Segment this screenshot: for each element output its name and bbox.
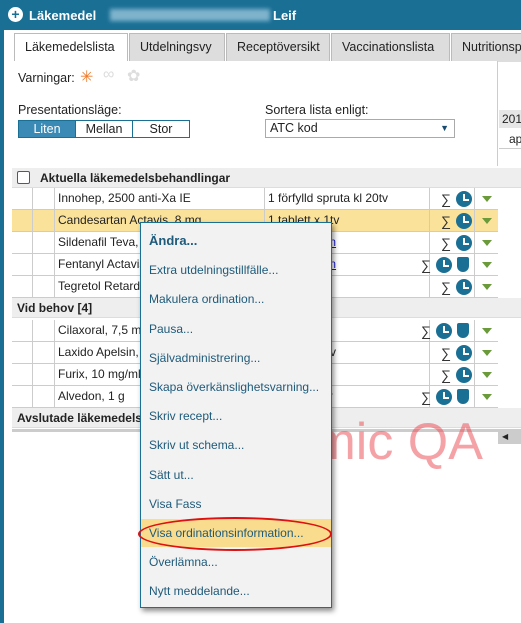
group-title: Vid behov [4] [17,301,93,315]
row-cell-b [33,364,55,386]
tab-nutrition[interactable]: Nutritionspr [451,33,521,62]
row-cell-b [33,320,55,342]
context-menu-item[interactable]: Nytt meddelande... [141,577,331,605]
patient-name: Leif [273,8,297,23]
interaction-warning-icon[interactable]: ✳ [80,67,93,87]
row-cell-a [12,188,33,210]
context-menu-item[interactable]: Pausa... [141,315,331,343]
tab-bar: Läkemedelslista Utdelningsvy Receptövers… [4,30,521,63]
context-menu-item[interactable]: Självadministrering... [141,344,331,372]
sigma-icon[interactable]: ∑ [421,323,431,339]
app-plus-icon: + [8,7,23,22]
warnings-label: Varningar: [18,71,75,85]
sort-label: Sortera lista enligt: [265,103,369,117]
dosage: 1 förfylld spruta kl 20tv [265,188,430,210]
context-menu-item[interactable]: Extra utdelningstillfälle... [141,256,331,284]
clock-icon[interactable] [456,235,472,251]
link-warning-icon[interactable]: ∞ [103,66,114,84]
context-menu-item[interactable]: Skapa överkänslighetsvarning... [141,373,331,401]
row-cell-b [33,210,55,232]
clock-icon[interactable] [456,279,472,295]
row-cell-b [33,276,55,298]
medication-name: Innohep, 2500 anti-Xa IE [55,188,265,210]
context-menu-item[interactable]: Skriv ut schema... [141,431,331,459]
clock-icon[interactable] [456,191,472,207]
presentation-label: Presentationsläge: [18,103,122,117]
sort-select[interactable]: ATC kod ▼ [265,119,455,138]
row-cell-b [33,188,55,210]
sigma-icon[interactable]: ∑ [421,257,431,273]
clock-icon[interactable] [456,213,472,229]
row-menu-arrow-icon[interactable] [482,218,492,224]
clock-icon[interactable] [456,345,472,361]
tab-vaccinationslista[interactable]: Vaccinationslista [331,33,450,62]
clock-icon[interactable] [436,389,452,405]
context-menu-item[interactable]: Sätt ut... [141,461,331,489]
row-menu-arrow-icon[interactable] [482,394,492,400]
group-title: Avslutade läkemedels [17,411,142,425]
calendar-month: ap [499,129,521,149]
row-menu-arrow-icon[interactable] [482,328,492,334]
row-menu-arrow-icon[interactable] [482,196,492,202]
size-mellan-button[interactable]: Mellan [75,120,133,138]
sigma-icon[interactable]: ∑ [421,389,431,405]
sigma-icon[interactable]: ∑ [441,235,451,251]
scroll-left-button[interactable]: ◀ [498,430,521,444]
clock-icon[interactable] [436,323,452,339]
row-menu-arrow-icon[interactable] [482,350,492,356]
context-menu-item[interactable]: Visa Fass [141,490,331,518]
redacted-name [110,9,270,21]
annotation-circle [138,517,332,551]
title-bar: + Läkemedel Leif [0,0,521,30]
row-cell-a [12,342,33,364]
row-cell-b [33,254,55,276]
row-cell-b [33,342,55,364]
group-checkbox[interactable] [17,171,30,184]
infusion-bag-icon[interactable] [457,323,469,338]
clock-icon[interactable] [436,257,452,273]
size-stor-button[interactable]: Stor [132,120,190,138]
row-cell-a [12,364,33,386]
row-menu-arrow-icon[interactable] [482,240,492,246]
sigma-icon[interactable]: ∑ [441,191,451,207]
tab-receptoversikt[interactable]: Receptöversikt [226,33,330,62]
row-cell-a [12,232,33,254]
context-menu-item[interactable]: Makulera ordination... [141,285,331,313]
tab-lakemedelslista[interactable]: Läkemedelslista [14,33,128,63]
table-row[interactable]: Innohep, 2500 anti-Xa IE 1 förfylld sprut… [12,188,498,210]
row-cell-b [33,232,55,254]
row-menu-arrow-icon[interactable] [482,284,492,290]
calendar-year: 201 [499,110,521,128]
window-title: Läkemedel [29,8,97,23]
infusion-bag-icon[interactable] [457,257,469,272]
sigma-icon[interactable]: ∑ [441,279,451,295]
row-cell-a [12,210,33,232]
sigma-icon[interactable]: ∑ [441,345,451,361]
context-menu-item[interactable]: Överlämna... [141,548,331,576]
group-header-current[interactable]: Aktuella läkemedelsbehandlingar [12,168,521,188]
allergy-warning-icon[interactable]: ✿ [127,66,140,86]
row-menu-arrow-icon[interactable] [482,262,492,268]
sort-value: ATC kod [270,121,318,135]
tab-utdelningsvy[interactable]: Utdelningsvy [129,33,225,62]
sigma-icon[interactable]: ∑ [441,367,451,383]
group-title: Aktuella läkemedelsbehandlingar [40,171,231,185]
context-menu-item[interactable]: Skriv recept... [141,402,331,430]
dosage-text: 1 förfylld spruta kl 20tv [268,191,389,205]
row-cell-b [33,386,55,408]
row-cell-a [12,254,33,276]
row-cell-a [12,276,33,298]
clock-icon[interactable] [456,367,472,383]
chevron-down-icon: ▼ [440,123,449,133]
row-cell-a [12,386,33,408]
context-menu-item[interactable]: Ändra... [141,227,331,255]
sigma-icon[interactable]: ∑ [441,213,451,229]
row-menu-arrow-icon[interactable] [482,372,492,378]
size-liten-button[interactable]: Liten [18,120,76,138]
row-cell-a [12,320,33,342]
infusion-bag-icon[interactable] [457,389,469,404]
